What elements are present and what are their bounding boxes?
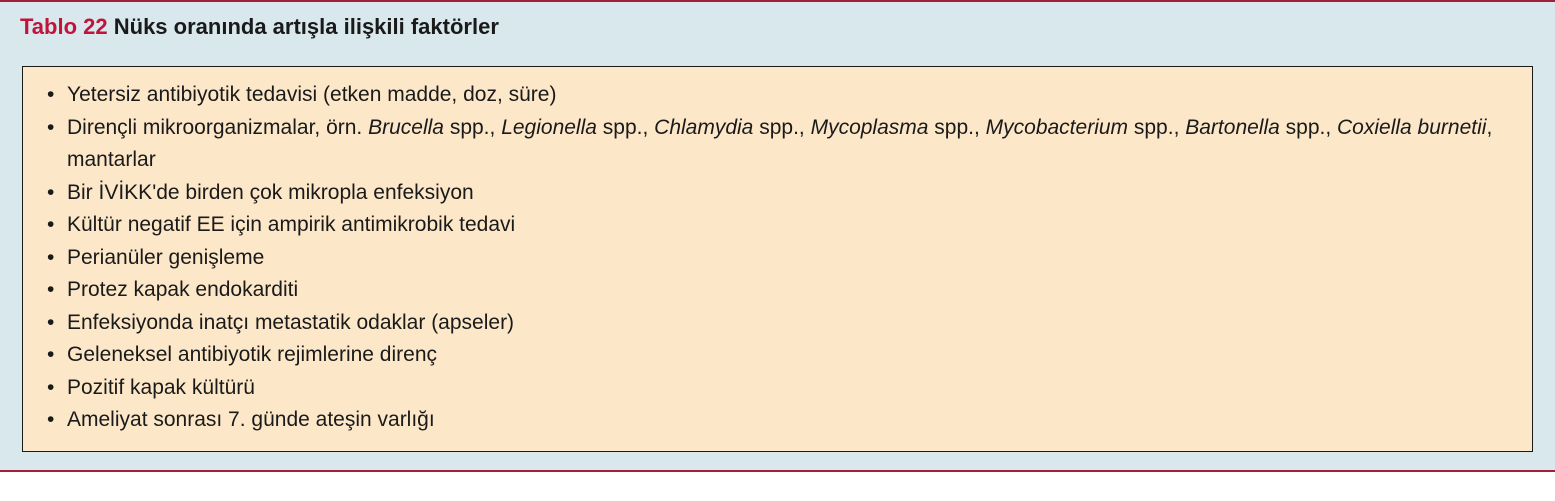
list-item: Bir İVİKK'de birden çok mikropla enfeksi… — [47, 177, 1508, 210]
list-item: Kültür negatif EE için ampirik antimikro… — [47, 209, 1508, 242]
list-item: Ameliyat sonrası 7. günde ateşin varlığı — [47, 404, 1508, 437]
table-title-text: Nüks oranında artışla ilişkili faktörler — [114, 14, 499, 39]
text: Enfeksiyonda inatçı metastatik odaklar (… — [67, 311, 514, 334]
table-22: Tablo 22 Nüks oranında artışla ilişkili … — [0, 0, 1555, 472]
text: Yetersiz antibiyotik tedavisi (etken mad… — [67, 83, 556, 106]
italic-text: Mycobacterium — [986, 116, 1128, 139]
text: Perianüler genişleme — [67, 246, 264, 269]
italic-text: Legionella — [501, 116, 597, 139]
italic-text: Brucella — [368, 116, 444, 139]
text: Protez kapak endokarditi — [67, 278, 298, 301]
text: Bir İVİKK'de birden çok mikropla enfeksi… — [67, 181, 474, 204]
list-item: Geleneksel antibiyotik rejimlerine diren… — [47, 339, 1508, 372]
list-item: Yetersiz antibiyotik tedavisi (etken mad… — [47, 79, 1508, 112]
table-header: Tablo 22 Nüks oranında artışla ilişkili … — [0, 2, 1555, 52]
italic-text: Coxiella burnetii — [1337, 116, 1486, 139]
text: spp., — [597, 116, 654, 139]
list-item: Enfeksiyonda inatçı metastatik odaklar (… — [47, 307, 1508, 340]
text: spp., — [1280, 116, 1337, 139]
list-item: Dirençli mikroorganizmalar, örn. Brucell… — [47, 112, 1508, 177]
italic-text: Chlamydia — [654, 116, 753, 139]
italic-text: Bartonella — [1185, 116, 1280, 139]
list-item: Protez kapak endokarditi — [47, 274, 1508, 307]
text: spp., — [753, 116, 810, 139]
table-label: Tablo 22 — [20, 14, 108, 39]
text: Ameliyat sonrası 7. günde ateşin varlığı — [67, 408, 435, 431]
text: spp., — [1128, 116, 1185, 139]
text: Pozitif kapak kültürü — [67, 376, 255, 399]
table-body-wrap: Yetersiz antibiyotik tedavisi (etken mad… — [0, 52, 1555, 470]
list-item: Perianüler genişleme — [47, 242, 1508, 275]
text: spp., — [928, 116, 985, 139]
table-body: Yetersiz antibiyotik tedavisi (etken mad… — [22, 66, 1533, 452]
text: Geleneksel antibiyotik rejimlerine diren… — [67, 343, 437, 366]
text: spp., — [444, 116, 501, 139]
text: Kültür negatif EE için ampirik antimikro… — [67, 213, 515, 236]
text: Dirençli mikroorganizmalar, örn. — [67, 116, 368, 139]
italic-text: Mycoplasma — [811, 116, 929, 139]
list-item: Pozitif kapak kültürü — [47, 372, 1508, 405]
